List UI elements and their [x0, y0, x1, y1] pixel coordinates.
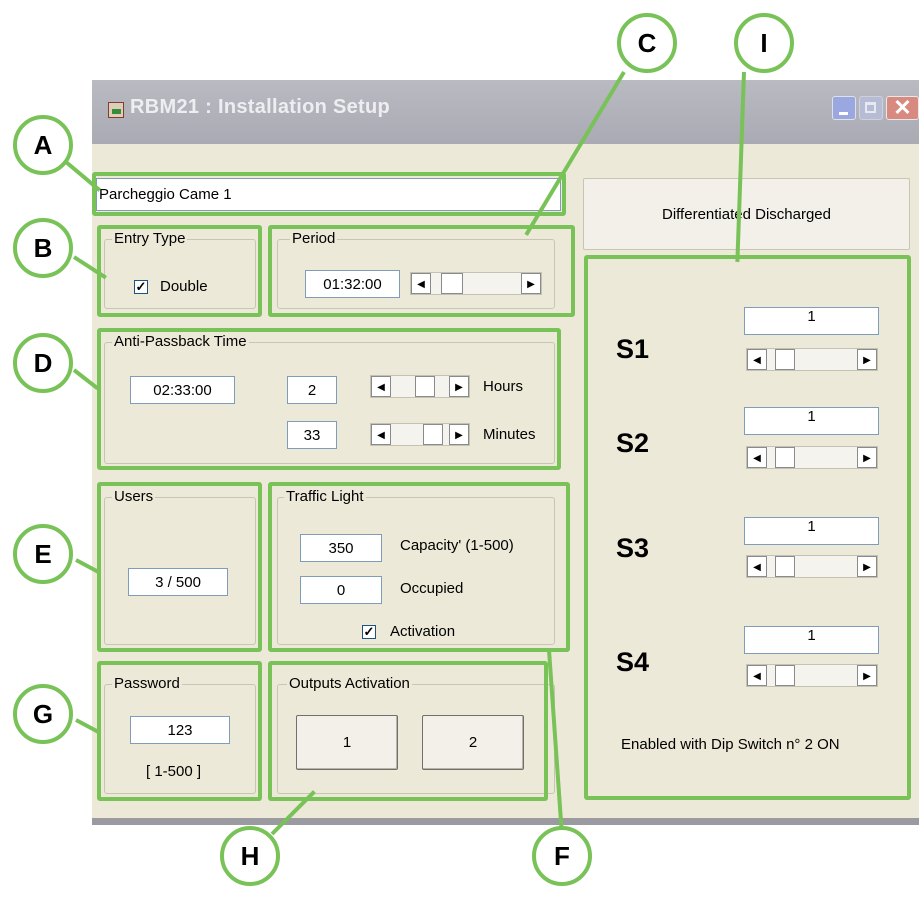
window-bottom-frame — [92, 818, 919, 825]
maximize-button[interactable] — [859, 96, 883, 120]
callout-a: A — [13, 115, 73, 175]
callout-b: B — [13, 218, 73, 278]
window-title: RBM21 : Installation Setup — [130, 96, 391, 118]
callout-box-g — [97, 661, 262, 801]
app-icon — [108, 102, 124, 118]
callout-c: C — [617, 13, 677, 73]
close-icon: ✕ — [893, 95, 912, 120]
differentiated-discharged-button[interactable]: Differentiated Discharged — [583, 178, 910, 250]
callout-box-d — [97, 328, 561, 470]
callout-i: I — [734, 13, 794, 73]
callout-d: D — [13, 333, 73, 393]
minimize-button[interactable] — [832, 96, 856, 120]
callout-e: E — [13, 524, 73, 584]
callout-f: F — [532, 826, 592, 886]
callout-h: H — [220, 826, 280, 886]
callout-box-i — [584, 255, 911, 800]
callout-box-h — [268, 661, 548, 801]
callout-g: G — [13, 684, 73, 744]
callout-box-b — [97, 225, 262, 317]
callout-box-f — [268, 482, 570, 652]
close-button[interactable]: ✕ — [886, 96, 919, 120]
callout-box-e — [97, 482, 262, 652]
callout-box-a — [92, 172, 566, 216]
callout-box-c — [268, 225, 575, 317]
